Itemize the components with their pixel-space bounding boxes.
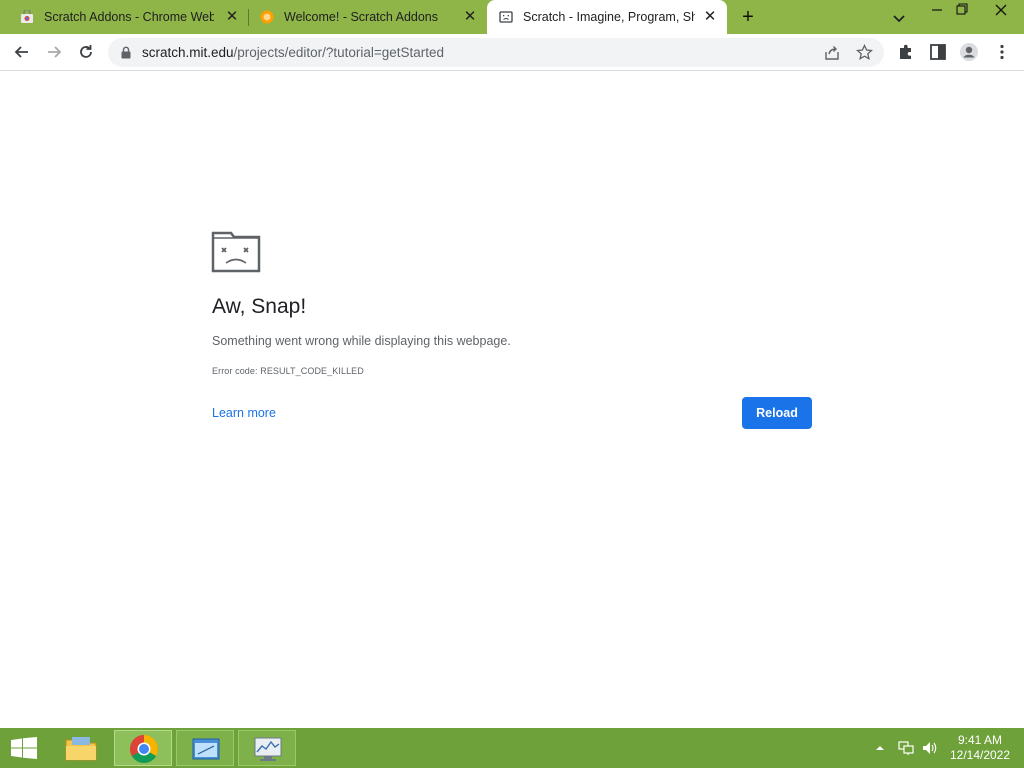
lock-icon[interactable] bbox=[120, 46, 132, 59]
reload-button[interactable]: Reload bbox=[742, 397, 812, 429]
chrome-taskbar-button[interactable] bbox=[114, 730, 172, 766]
back-arrow-icon[interactable] bbox=[12, 42, 32, 62]
extensions-puzzle-icon[interactable] bbox=[896, 42, 916, 62]
close-tab-icon[interactable]: ✕ bbox=[462, 9, 478, 25]
profile-avatar-icon[interactable] bbox=[959, 42, 979, 62]
url-path: /projects/editor/?tutorial=getStarted bbox=[233, 45, 445, 60]
taskbar-clock[interactable]: 9:41 AM 12/14/2022 bbox=[944, 733, 1016, 763]
tab-scratch-addons-welcome[interactable]: Welcome! - Scratch Addons ✕ bbox=[248, 0, 486, 34]
tab-scratch-editor[interactable]: Scratch - Imagine, Program, Shar ✕ bbox=[487, 0, 727, 34]
address-bar[interactable]: scratch.mit.edu/projects/editor/?tutoria… bbox=[108, 38, 884, 67]
performance-monitor-icon bbox=[254, 737, 282, 761]
tab-label: Welcome! - Scratch Addons bbox=[284, 10, 439, 24]
monitor-app-taskbar-button[interactable] bbox=[238, 730, 296, 766]
tab-label: Scratch Addons - Chrome Web S bbox=[44, 10, 214, 24]
error-code: Error code: RESULT_CODE_KILLED bbox=[212, 366, 364, 376]
clock-date: 12/14/2022 bbox=[949, 748, 1011, 762]
restore-window-icon[interactable] bbox=[946, 0, 976, 20]
side-panel-icon[interactable] bbox=[928, 42, 948, 62]
sad-tab-icon bbox=[211, 231, 261, 273]
sad-page-icon bbox=[499, 11, 513, 23]
network-icon[interactable] bbox=[898, 740, 914, 756]
folder-icon bbox=[65, 737, 97, 761]
clock-time: 9:41 AM bbox=[957, 733, 1003, 747]
tab-chrome-web-store[interactable]: Scratch Addons - Chrome Web S ✕ bbox=[8, 0, 246, 34]
file-explorer-taskbar-button[interactable] bbox=[52, 730, 110, 766]
volume-speaker-icon[interactable] bbox=[921, 740, 937, 756]
app-window-taskbar-button[interactable] bbox=[176, 730, 234, 766]
chrome-web-store-icon bbox=[21, 10, 33, 23]
reload-icon[interactable] bbox=[76, 42, 96, 62]
windows-taskbar: 9:41 AM 12/14/2022 bbox=[0, 728, 1024, 768]
windows-start-icon[interactable] bbox=[10, 737, 38, 759]
tab-strip: Scratch Addons - Chrome Web S ✕ Welcome!… bbox=[0, 0, 1024, 34]
window-app-icon bbox=[192, 738, 220, 760]
close-tab-icon[interactable]: ✕ bbox=[702, 9, 718, 25]
browser-toolbar: scratch.mit.edu/projects/editor/?tutoria… bbox=[0, 34, 1024, 71]
url-host: scratch.mit.edu bbox=[142, 45, 234, 60]
tab-label: Scratch - Imagine, Program, Shar bbox=[523, 10, 695, 24]
learn-more-link[interactable]: Learn more bbox=[212, 406, 276, 420]
tab-search-chevron-icon[interactable] bbox=[890, 9, 908, 27]
error-description: Something went wrong while displaying th… bbox=[212, 334, 511, 348]
new-tab-button[interactable]: + bbox=[737, 6, 759, 28]
close-tab-icon[interactable]: ✕ bbox=[224, 9, 240, 25]
chrome-icon bbox=[130, 735, 158, 763]
error-page: Aw, Snap! Something went wrong while dis… bbox=[0, 71, 1024, 728]
menu-kebab-icon[interactable] bbox=[992, 42, 1012, 62]
error-title: Aw, Snap! bbox=[212, 295, 307, 318]
forward-arrow-icon[interactable] bbox=[44, 42, 64, 62]
close-window-icon[interactable] bbox=[982, 0, 1020, 20]
share-icon[interactable] bbox=[824, 45, 840, 61]
url-text: scratch.mit.edu/projects/editor/?tutoria… bbox=[142, 45, 444, 60]
show-hidden-icons-icon[interactable] bbox=[874, 740, 886, 756]
bookmark-star-icon[interactable] bbox=[856, 44, 873, 61]
scratch-addons-icon bbox=[260, 10, 274, 24]
